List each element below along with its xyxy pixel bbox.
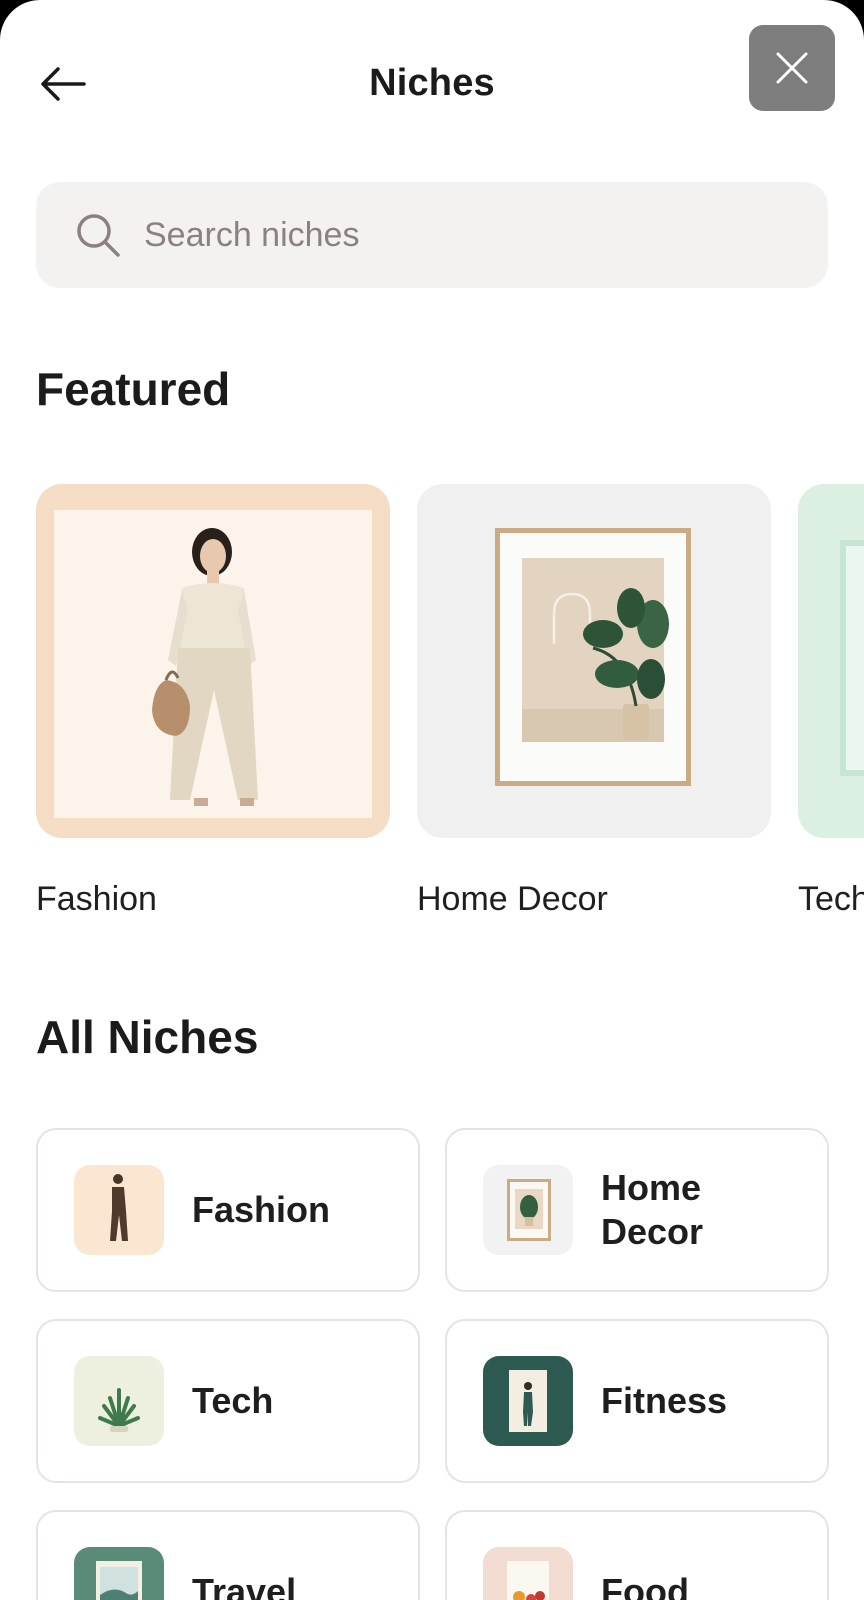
close-button[interactable] <box>749 25 835 111</box>
food-thumbnail <box>483 1547 573 1600</box>
niche-label: Travel <box>192 1571 297 1600</box>
featured-label-fashion: Fashion <box>36 880 157 918</box>
search-icon <box>74 211 122 259</box>
niche-label: Fashion <box>192 1189 331 1230</box>
search-bar[interactable] <box>36 182 828 288</box>
niche-label: Food <box>601 1571 689 1600</box>
fitness-thumbnail <box>483 1356 573 1446</box>
niche-tile-tech[interactable]: Tech <box>36 1319 420 1483</box>
niche-label: Home Decor <box>601 1167 704 1252</box>
niche-tile-fashion[interactable]: Fashion <box>36 1128 420 1292</box>
home-decor-thumbnail <box>483 1165 573 1255</box>
featured-card-tech[interactable] <box>798 484 864 838</box>
featured-card-home-decor[interactable] <box>417 484 771 838</box>
header: Niches <box>0 0 864 150</box>
featured-heading: Featured <box>36 363 231 415</box>
niches-sheet: Niches Featured <box>0 0 864 1600</box>
niche-label: Fitness <box>601 1380 728 1421</box>
home-decor-image <box>495 528 691 786</box>
niche-tile-fitness[interactable]: Fitness <box>445 1319 829 1483</box>
featured-label-home-decor: Home Decor <box>417 880 608 918</box>
travel-thumbnail <box>74 1547 164 1600</box>
featured-card-fashion[interactable] <box>36 484 390 838</box>
niche-label: Tech <box>192 1380 274 1421</box>
page-title: Niches <box>369 62 495 104</box>
all-niches-heading: All Niches <box>36 1011 259 1063</box>
tech-thumbnail <box>74 1356 164 1446</box>
niche-tile-home-decor[interactable]: Home Decor <box>445 1128 829 1292</box>
niche-tile-food[interactable]: Food <box>445 1510 829 1600</box>
fashion-thumbnail <box>74 1165 164 1255</box>
featured-label-tech: Tech <box>798 880 864 918</box>
search-input[interactable] <box>144 215 744 255</box>
fashion-image <box>54 510 372 818</box>
tech-image <box>840 540 864 776</box>
close-icon <box>776 52 808 84</box>
niche-tile-travel[interactable]: Travel <box>36 1510 420 1600</box>
